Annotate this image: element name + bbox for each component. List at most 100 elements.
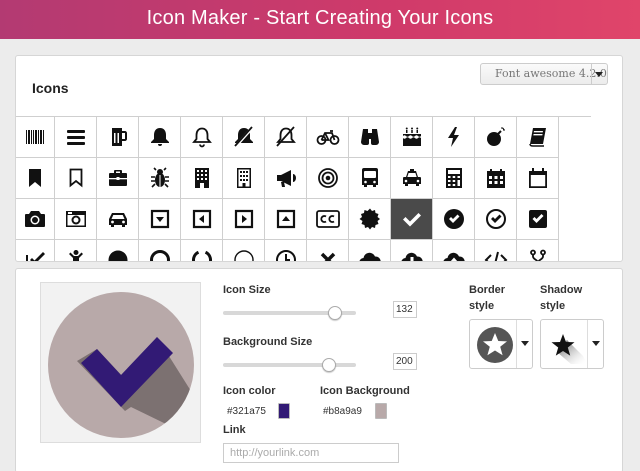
- icon-cell-cloud-download[interactable]: [391, 240, 433, 261]
- icon-cell-check-circle[interactable]: [433, 199, 475, 240]
- check-icon: [402, 213, 421, 227]
- certificate-icon: [359, 208, 380, 230]
- icon-cell-caret-square-down[interactable]: [139, 199, 181, 240]
- icon-cell-circle-thin[interactable]: [223, 240, 265, 261]
- star-circle-icon: [477, 327, 513, 363]
- icon-cell-bookmark-o[interactable]: [55, 158, 97, 199]
- bookmark-icon: [29, 169, 41, 187]
- bell-slash-o-icon: [275, 126, 296, 147]
- icon-cell-beer[interactable]: [97, 117, 139, 158]
- icon-cell-briefcase[interactable]: [97, 158, 139, 199]
- bookmark-o-icon: [69, 168, 82, 188]
- circle-o-icon: [149, 250, 170, 261]
- camera-icon: [25, 211, 45, 227]
- icon-cell-bookmark[interactable]: [16, 158, 55, 199]
- check-square-o-icon: [26, 252, 45, 261]
- icon-cell-bullhorn[interactable]: [265, 158, 307, 199]
- icon-cell-close[interactable]: [307, 240, 349, 261]
- bomb-icon: [486, 127, 505, 146]
- icon-cell-check-square-o[interactable]: [16, 240, 55, 261]
- circle-thin-icon: [233, 250, 254, 261]
- cc-icon: [315, 210, 340, 228]
- icon-cell-bug[interactable]: [139, 158, 181, 199]
- cloud-icon: [359, 252, 381, 261]
- icon-cell-check-circle-o[interactable]: [475, 199, 517, 240]
- icon-cell-bolt[interactable]: [433, 117, 475, 158]
- close-icon: [320, 252, 335, 261]
- icon-cell-car[interactable]: [97, 199, 139, 240]
- icon-cell-bomb[interactable]: [475, 117, 517, 158]
- icon-cell-bars[interactable]: [55, 117, 97, 158]
- bicycle-icon: [316, 130, 339, 145]
- background-size-input[interactable]: 200: [393, 353, 417, 370]
- icon-cell-bell-o[interactable]: [181, 117, 223, 158]
- caret-down-icon: [592, 341, 600, 346]
- icon-cell-caret-square-left[interactable]: [181, 199, 223, 240]
- background-size-label: Background Size: [223, 336, 313, 348]
- icon-background-swatch[interactable]: [375, 403, 387, 419]
- icon-cell-certificate[interactable]: [349, 199, 391, 240]
- icon-cell-calendar[interactable]: [475, 158, 517, 199]
- icon-cell-circle-o[interactable]: [139, 240, 181, 261]
- icon-cell-calendar-o[interactable]: [517, 158, 559, 199]
- shadow-style-arrow[interactable]: [587, 320, 603, 368]
- bug-icon: [150, 167, 169, 188]
- building-icon: [194, 168, 209, 188]
- icon-cell-cc[interactable]: [307, 199, 349, 240]
- icon-cell-bicycle[interactable]: [307, 117, 349, 158]
- icon-cell-clock[interactable]: [265, 240, 307, 261]
- shadow-style-dropdown[interactable]: [540, 319, 604, 369]
- icon-cell-birthday-cake[interactable]: [391, 117, 433, 158]
- icon-cell-bell[interactable]: [139, 117, 181, 158]
- icon-cell-check-square[interactable]: [517, 199, 559, 240]
- icon-cell-child[interactable]: [55, 240, 97, 261]
- icon-cell-caret-square-right[interactable]: [223, 199, 265, 240]
- icon-size-slider[interactable]: [223, 306, 356, 320]
- slider-thumb[interactable]: [322, 358, 336, 372]
- icon-cell-building-o[interactable]: [223, 158, 265, 199]
- icon-cell-building[interactable]: [181, 158, 223, 199]
- icon-cell-bell-slash-o[interactable]: [265, 117, 307, 158]
- icon-preview: [40, 282, 201, 443]
- icon-background-value[interactable]: #b8a9a9: [323, 406, 362, 417]
- icon-color-value[interactable]: #321a75: [227, 406, 266, 417]
- icon-size-input[interactable]: 132: [393, 301, 417, 318]
- icon-color-swatch[interactable]: [278, 403, 290, 419]
- icon-color-label: Icon color: [223, 385, 276, 397]
- icon-cell-bell-slash[interactable]: [223, 117, 265, 158]
- font-select[interactable]: Font awesome 4.2.0: [480, 63, 608, 85]
- icon-cell-check[interactable]: [391, 199, 433, 240]
- icon-cell-camera[interactable]: [16, 199, 55, 240]
- code-fork-icon: [529, 249, 546, 261]
- icon-cell-code-fork[interactable]: [517, 240, 559, 261]
- icon-cell-cloud[interactable]: [349, 240, 391, 261]
- icon-cell-bullseye[interactable]: [307, 158, 349, 199]
- icon-cell-cloud-upload[interactable]: [433, 240, 475, 261]
- bell-icon: [150, 128, 169, 146]
- font-select-arrow[interactable]: [591, 64, 607, 84]
- background-size-slider[interactable]: [223, 358, 356, 372]
- icon-cell-bus[interactable]: [349, 158, 391, 199]
- icon-size-label: Icon Size: [223, 284, 271, 296]
- cab-icon: [402, 169, 421, 186]
- icon-cell-binoculars[interactable]: [349, 117, 391, 158]
- icon-cell-code[interactable]: [475, 240, 517, 261]
- bullhorn-icon: [276, 170, 296, 187]
- icon-cell-cab[interactable]: [391, 158, 433, 199]
- bars-icon: [66, 130, 85, 145]
- icon-grid: [16, 117, 560, 261]
- slider-thumb[interactable]: [328, 306, 342, 320]
- link-input[interactable]: http://yourlink.com: [223, 443, 399, 463]
- calendar-icon: [486, 169, 505, 188]
- icon-cell-circle-o-notch[interactable]: [181, 240, 223, 261]
- border-style-dropdown[interactable]: [469, 319, 533, 369]
- icon-cell-caret-square-up[interactable]: [265, 199, 307, 240]
- icon-cell-barcode[interactable]: [16, 117, 55, 158]
- icon-cell-camera-retro[interactable]: [55, 199, 97, 240]
- circle-o-notch-icon: [191, 250, 212, 261]
- caret-down-icon: [595, 72, 603, 77]
- icon-cell-calculator[interactable]: [433, 158, 475, 199]
- icon-cell-circle[interactable]: [97, 240, 139, 261]
- border-style-arrow[interactable]: [516, 320, 532, 368]
- icon-cell-book[interactable]: [517, 117, 559, 158]
